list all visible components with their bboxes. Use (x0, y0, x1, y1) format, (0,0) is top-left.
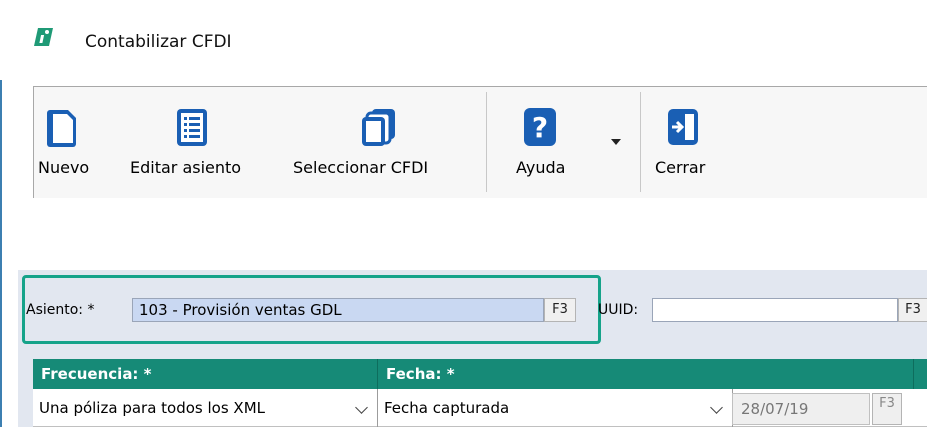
stacked-documents-icon (362, 109, 395, 146)
new-document-icon (47, 110, 76, 147)
fecha-type-value: Fecha capturada (384, 399, 510, 417)
frecuencia-value: Una póliza para todos los XML (39, 399, 265, 417)
app-logo-icon (34, 28, 53, 46)
toolbar-separator-2 (640, 92, 641, 192)
window-title: Contabilizar CFDI (85, 32, 232, 52)
select-cfdi-label: Seleccionar CFDI (293, 158, 429, 177)
column-header-frecuencia[interactable]: Frecuencia: * (33, 359, 378, 389)
grid-header: Frecuencia: * Fecha: * (33, 359, 927, 389)
new-button[interactable]: Nuevo (33, 88, 115, 196)
next-cell (914, 389, 927, 427)
asiento-lookup-button[interactable]: F3 (544, 298, 576, 322)
close-button[interactable]: Cerrar (648, 88, 728, 196)
title-bar: Contabilizar CFDI (0, 0, 927, 80)
date-field[interactable]: 28/07/19 (732, 393, 870, 425)
uuid-field[interactable] (652, 298, 898, 322)
empty-band (18, 208, 927, 270)
edit-list-icon (177, 109, 207, 146)
chevron-down-icon (710, 401, 723, 414)
new-button-label: Nuevo (38, 158, 90, 177)
close-button-label: Cerrar (655, 158, 706, 177)
frecuencia-select[interactable]: Una póliza para todos los XML (33, 389, 378, 427)
asiento-field[interactable]: 103 - Provisión ventas GDL (132, 298, 544, 322)
chevron-down-icon (355, 401, 368, 414)
select-cfdi-button[interactable]: Seleccionar CFDI (288, 88, 478, 196)
edit-entry-label: Editar asiento (130, 158, 242, 177)
column-header-next (914, 359, 927, 389)
help-dropdown-arrow-icon[interactable] (611, 139, 621, 145)
fecha-type-select[interactable]: Fecha capturada (378, 389, 733, 427)
uuid-label: UUID: (598, 302, 639, 318)
exit-door-icon (668, 109, 698, 145)
asiento-label: Asiento: * (26, 302, 95, 318)
help-icon: ? (524, 108, 556, 146)
column-header-fecha[interactable]: Fecha: * (378, 359, 914, 389)
help-button-label: Ayuda (516, 158, 566, 177)
date-lookup-button[interactable]: F3 (872, 393, 902, 425)
svg-text:?: ? (532, 111, 548, 144)
help-button[interactable]: ? Ayuda (500, 88, 590, 196)
edit-entry-button[interactable]: Editar asiento (120, 88, 280, 196)
toolbar-separator (486, 92, 487, 192)
uuid-lookup-button[interactable]: F3 (898, 298, 927, 322)
